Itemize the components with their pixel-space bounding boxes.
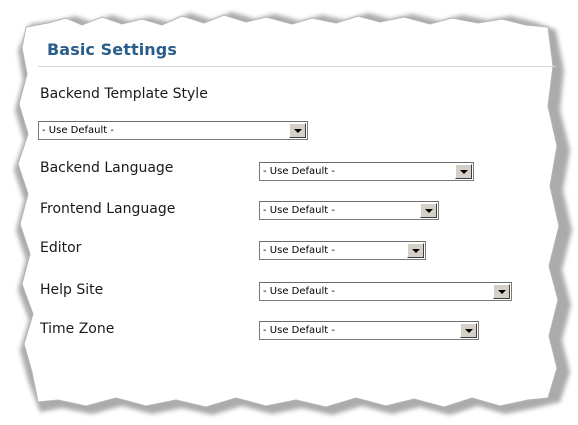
title-divider xyxy=(38,66,556,67)
section-title: Basic Settings xyxy=(47,40,177,59)
time-zone-label: Time Zone xyxy=(40,321,115,337)
time-zone-value: - Use Default - xyxy=(263,325,335,336)
chevron-down-icon[interactable] xyxy=(493,284,510,299)
chevron-down-icon[interactable] xyxy=(455,164,472,179)
backend-language-label: Backend Language xyxy=(40,160,174,176)
time-zone-select[interactable]: - Use Default - xyxy=(259,321,479,340)
backend-language-select[interactable]: - Use Default - xyxy=(259,162,474,181)
chevron-down-icon[interactable] xyxy=(289,123,306,138)
chevron-down-icon[interactable] xyxy=(420,203,437,218)
editor-select[interactable]: - Use Default - xyxy=(259,241,426,260)
backend-language-value: - Use Default - xyxy=(263,166,335,177)
backend-template-style-label: Backend Template Style xyxy=(40,86,208,102)
backend-template-style-value: - Use Default - xyxy=(42,125,114,136)
editor-label: Editor xyxy=(40,240,82,256)
screenshot-stage: Basic Settings Backend Template Style - … xyxy=(0,0,578,425)
frontend-language-select[interactable]: - Use Default - xyxy=(259,201,439,220)
help-site-select[interactable]: - Use Default - xyxy=(259,282,512,301)
help-site-value: - Use Default - xyxy=(263,286,335,297)
editor-value: - Use Default - xyxy=(263,245,335,256)
chevron-down-icon[interactable] xyxy=(407,243,424,258)
settings-panel: Basic Settings Backend Template Style - … xyxy=(0,0,578,425)
frontend-language-value: - Use Default - xyxy=(263,205,335,216)
frontend-language-label: Frontend Language xyxy=(40,201,176,217)
backend-template-style-select[interactable]: - Use Default - xyxy=(38,121,308,140)
chevron-down-icon[interactable] xyxy=(460,323,477,338)
help-site-label: Help Site xyxy=(40,282,104,298)
